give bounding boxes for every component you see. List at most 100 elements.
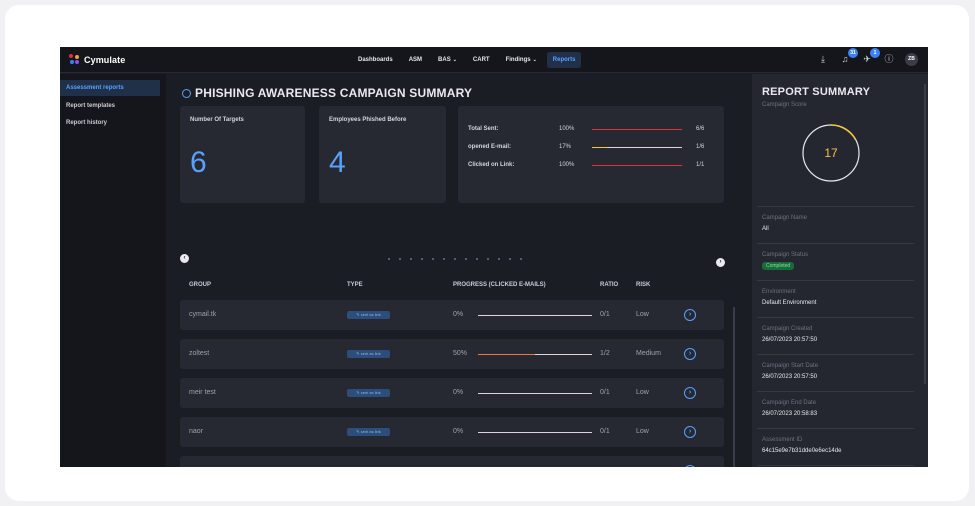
carousel-dot[interactable] bbox=[410, 258, 412, 260]
carousel-dot[interactable] bbox=[465, 258, 467, 260]
summary-bar bbox=[592, 147, 682, 148]
nav-asm[interactable]: ASM bbox=[403, 52, 428, 68]
table-row[interactable]: meir test ✎ sent as link 0% 0/1 Low › bbox=[180, 378, 724, 408]
table-header: GROUP TYPE PROGRESS (CLICKED E-MAILS) RA… bbox=[180, 282, 724, 296]
score-label: Campaign Score bbox=[762, 102, 807, 108]
ratio-value: 0/1 bbox=[600, 428, 610, 435]
nav-bas[interactable]: BAS ⌄ bbox=[432, 52, 463, 68]
table-scrollbar[interactable] bbox=[733, 307, 735, 467]
summary-bar-fill bbox=[592, 129, 682, 130]
risk-value: Low bbox=[636, 428, 649, 435]
row-open-icon[interactable]: › bbox=[684, 465, 696, 467]
chevron-down-icon: ⌄ bbox=[452, 57, 457, 63]
row-open-icon[interactable]: › bbox=[684, 387, 696, 399]
carousel-dot[interactable] bbox=[476, 258, 478, 260]
carousel-dot[interactable] bbox=[520, 258, 522, 260]
carousel-dot[interactable] bbox=[487, 258, 489, 260]
carousel-dot[interactable] bbox=[498, 258, 500, 260]
carousel-prev-button[interactable]: ‹ bbox=[180, 254, 189, 263]
group-name[interactable]: zoltest bbox=[189, 350, 209, 357]
field-value: 26/07/2023 20:57:50 bbox=[762, 374, 818, 380]
notification-badge: 1 bbox=[870, 48, 880, 58]
column-header-type[interactable]: TYPE bbox=[347, 282, 363, 288]
carousel-dot[interactable] bbox=[388, 258, 390, 260]
column-header-progress[interactable]: PROGRESS (CLICKED E-MAILS) bbox=[453, 282, 546, 288]
sidebar-item-report-templates[interactable]: Report templates bbox=[60, 98, 166, 114]
summary-field: Campaign Created 26/07/2023 20:57:50 bbox=[757, 317, 914, 354]
field-label: Campaign Created bbox=[762, 326, 813, 332]
group-name[interactable]: cymail.tk bbox=[189, 311, 216, 318]
risk-value: Low bbox=[636, 311, 649, 318]
column-header-group[interactable]: GROUP bbox=[189, 282, 211, 288]
carousel-next-button[interactable]: › bbox=[716, 258, 725, 267]
carousel-dot[interactable] bbox=[421, 258, 423, 260]
sidebar-item-report-history[interactable]: Report history bbox=[60, 115, 166, 131]
carousel-dot[interactable] bbox=[454, 258, 456, 260]
main-nav: Dashboards ASM BAS ⌄ CART Findings ⌄ Repor… bbox=[352, 52, 582, 68]
column-header-risk[interactable]: RISK bbox=[636, 282, 650, 288]
field-label: Environment bbox=[762, 289, 796, 295]
info-icon[interactable]: ⓘ bbox=[883, 52, 895, 66]
row-open-icon[interactable]: › bbox=[684, 348, 696, 360]
summary-field: Campaign Status Completed bbox=[757, 243, 914, 280]
type-tag: ✎ sent as link bbox=[347, 311, 390, 319]
table-row[interactable]: cymail.tk ✎ sent as link 0% 0/1 Low › bbox=[180, 300, 724, 330]
table-row[interactable]: cymulate✎ sent as link0%0/1Low› bbox=[180, 456, 724, 467]
column-header-ratio[interactable]: RATIO bbox=[600, 282, 618, 288]
risk-value: Medium bbox=[636, 350, 661, 357]
progress-percent: 50% bbox=[453, 350, 468, 357]
carousel-dots bbox=[388, 258, 522, 260]
carousel-dot[interactable] bbox=[432, 258, 434, 260]
stat-label: Employees Phished Before bbox=[329, 117, 407, 123]
ratio-value: 0/1 bbox=[600, 389, 610, 396]
page-title: PHISHING AWARENESS CAMPAIGN SUMMARY bbox=[182, 86, 472, 100]
carousel-dot[interactable] bbox=[399, 258, 401, 260]
summary-field: Campaign Start Date 26/07/2023 20:57:50 bbox=[757, 354, 914, 391]
summary-field: Assessment ID 64c15e9e7b31dde0e6ec14de bbox=[757, 428, 914, 465]
nav-reports[interactable]: Reports bbox=[546, 52, 582, 68]
summary-label: opened E-mail: bbox=[468, 144, 512, 150]
status-badge: Completed bbox=[762, 262, 795, 270]
report-summary-panel: REPORT SUMMARY Campaign Score 17 Campaig… bbox=[752, 74, 928, 467]
nav-label: Findings bbox=[505, 57, 531, 63]
app-window: Cymulate Dashboards ASM BAS ⌄ CART Findin… bbox=[60, 47, 928, 467]
stat-card-phished-before: Employees Phished Before 4 bbox=[319, 106, 446, 203]
logo[interactable]: Cymulate bbox=[69, 54, 125, 65]
nav-cart[interactable]: CART bbox=[467, 52, 496, 68]
table-row[interactable]: zoltest ✎ sent as link 50% 1/2 Medium › bbox=[180, 339, 724, 369]
cymulate-logo-icon bbox=[69, 54, 80, 65]
progress-percent: 0% bbox=[453, 389, 464, 396]
nav-label: CART bbox=[472, 57, 490, 63]
download-icon[interactable]: ⤓ bbox=[817, 52, 829, 66]
summary-ratio: 1/1 bbox=[696, 162, 705, 168]
stat-value: 4 bbox=[329, 146, 346, 179]
group-name[interactable]: meir test bbox=[189, 389, 216, 396]
sidebar-item-assessment-reports[interactable]: Assessment reports bbox=[60, 80, 160, 96]
avatar[interactable]: ZB bbox=[905, 52, 918, 66]
summary-bar-fill bbox=[592, 165, 682, 166]
summary-field: Comment bbox=[757, 465, 914, 467]
field-label: Campaign End Date bbox=[762, 400, 817, 406]
panel-title: REPORT SUMMARY bbox=[762, 86, 871, 98]
nav-findings[interactable]: Findings ⌄ bbox=[500, 52, 543, 68]
stat-card-targets: Number Of Targets 6 bbox=[180, 106, 305, 203]
summary-row-opened-email: opened E-mail: 17% 1/6 bbox=[468, 144, 704, 162]
carousel-dot[interactable] bbox=[443, 258, 445, 260]
table-row[interactable]: naor ✎ sent as link 0% 0/1 Low › bbox=[180, 417, 724, 447]
field-value: All bbox=[762, 226, 769, 232]
group-name[interactable]: naor bbox=[189, 428, 203, 435]
rocket-icon[interactable]: ✈ 1 bbox=[861, 48, 880, 66]
panel-scrollbar[interactable] bbox=[924, 84, 926, 384]
summary-percent: 100% bbox=[559, 126, 575, 132]
stat-label: Number Of Targets bbox=[190, 117, 244, 123]
summary-rows: Total Sent: 100% 6/6 opened E-mail: 17% … bbox=[468, 126, 704, 180]
row-open-icon[interactable]: › bbox=[684, 309, 696, 321]
type-tag: ✎ sent as link bbox=[347, 350, 390, 358]
summary-field: Environment Default Environment bbox=[757, 280, 914, 317]
carousel-dot[interactable] bbox=[509, 258, 511, 260]
nav-dashboards[interactable]: Dashboards bbox=[352, 52, 399, 68]
bell-icon[interactable]: ♫ 31 bbox=[839, 48, 858, 66]
field-value: 64c15e9e7b31dde0e6ec14de bbox=[762, 448, 842, 454]
risk-value: Low bbox=[636, 389, 649, 396]
row-open-icon[interactable]: › bbox=[684, 426, 696, 438]
